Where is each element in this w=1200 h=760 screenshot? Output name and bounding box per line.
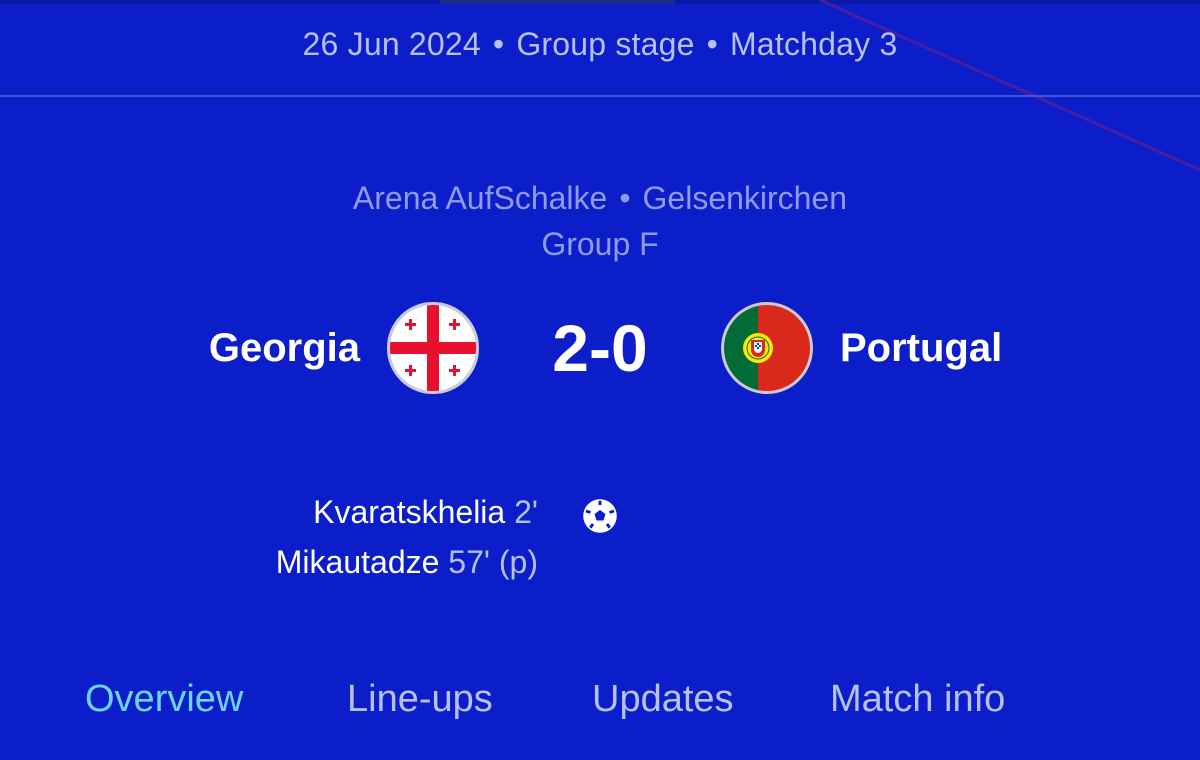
matchday: Matchday 3 — [730, 26, 898, 62]
away-team-name[interactable]: Portugal — [840, 326, 1002, 371]
header-divider — [0, 95, 1200, 97]
goal-scorer-entry: Mikautadze 57' (p) — [276, 544, 538, 581]
match-date: 26 Jun 2024 — [302, 26, 481, 62]
match-tabs: Overview Line-ups Updates Match info — [0, 678, 1200, 728]
portugal-flag-icon — [721, 302, 813, 394]
goal-minute: 57' — [448, 544, 490, 580]
tab-updates[interactable]: Updates — [592, 678, 734, 721]
venue-separator: • — [619, 180, 631, 216]
tab-overview[interactable]: Overview — [85, 678, 243, 721]
match-meta: 26 Jun 2024 • Group stage • Matchday 3 — [0, 26, 1200, 63]
match-score: 2-0 — [552, 311, 648, 385]
goal-note: (p) — [498, 544, 538, 580]
tab-match-info[interactable]: Match info — [830, 678, 1005, 721]
venue-line: Arena AufSchalke • Gelsenkirchen — [0, 180, 1200, 217]
match-stage: Group stage — [516, 26, 695, 62]
goal-minute: 2' — [514, 494, 538, 530]
stadium-name: Arena AufSchalke — [352, 180, 608, 216]
goal-scorer-entry: Kvaratskhelia 2' — [313, 494, 538, 531]
tab-line-ups[interactable]: Line-ups — [347, 678, 493, 721]
scorer-name: Kvaratskhelia — [313, 494, 506, 530]
football-icon — [582, 498, 618, 534]
city-name: Gelsenkirchen — [642, 180, 848, 216]
meta-separator: • — [706, 26, 719, 62]
scorer-name: Mikautadze — [275, 544, 440, 580]
group-label: Group F — [541, 226, 659, 262]
meta-separator: • — [492, 26, 505, 62]
